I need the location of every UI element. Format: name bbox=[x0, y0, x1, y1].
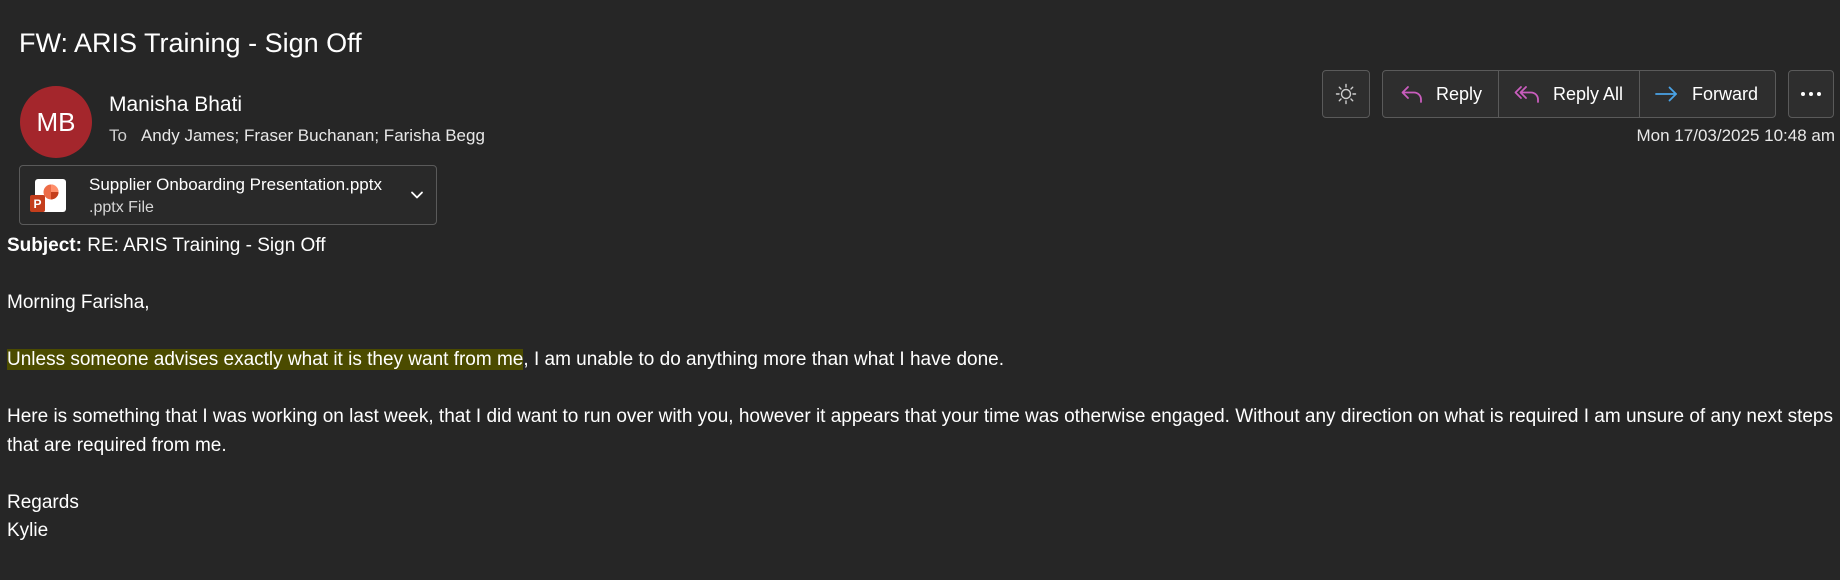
paragraph-1: Unless someone advises exactly what it i… bbox=[7, 346, 1833, 375]
forward-button[interactable]: Forward bbox=[1640, 71, 1775, 117]
sender-name[interactable]: Manisha Bhati bbox=[109, 93, 242, 117]
attachment-file-name: Supplier Onboarding Presentation.pptx bbox=[89, 175, 382, 194]
more-options-icon bbox=[1801, 92, 1821, 96]
forward-arrow-icon bbox=[1655, 86, 1677, 102]
attachment-file-type: .pptx File bbox=[89, 199, 154, 216]
attachment-card[interactable]: P Supplier Onboarding Presentation.pptx … bbox=[19, 165, 437, 225]
highlighted-text: Unless someone advises exactly what it i… bbox=[7, 349, 524, 370]
to-label: To bbox=[109, 126, 127, 145]
reply-button[interactable]: Reply bbox=[1383, 71, 1499, 117]
reply-label: Reply bbox=[1436, 83, 1483, 104]
signature: Kylie bbox=[7, 520, 49, 541]
reply-actions-group: Reply Reply All Forward bbox=[1382, 70, 1776, 118]
avatar-initials: MB bbox=[36, 106, 76, 137]
reply-all-icon bbox=[1514, 86, 1539, 103]
quoted-subject-line: Subject: RE: ARIS Training - Sign Off bbox=[7, 232, 1833, 261]
powerpoint-file-icon: P bbox=[30, 179, 66, 212]
email-body: Subject: RE: ARIS Training - Sign Off Mo… bbox=[7, 232, 1833, 546]
paragraph-2: Here is something that I was working on … bbox=[7, 406, 1833, 456]
reply-all-button[interactable]: Reply All bbox=[1499, 71, 1640, 117]
chevron-down-icon[interactable] bbox=[408, 186, 426, 204]
signoff: Regards bbox=[7, 491, 79, 513]
email-timestamp: Mon 17/03/2025 10:48 am bbox=[1636, 126, 1835, 145]
powerpoint-letter: P bbox=[33, 197, 41, 211]
subject-value: RE: ARIS Training - Sign Off bbox=[81, 235, 326, 256]
forward-label: Forward bbox=[1692, 83, 1759, 104]
email-reading-pane: FW: ARIS Training - Sign Off MB Manisha … bbox=[0, 0, 1840, 580]
reply-icon bbox=[1401, 86, 1422, 103]
email-subject-title: FW: ARIS Training - Sign Off bbox=[19, 28, 362, 58]
subject-label: Subject: bbox=[7, 235, 82, 256]
sender-avatar[interactable]: MB bbox=[20, 86, 92, 158]
reply-all-label: Reply All bbox=[1553, 83, 1624, 104]
paragraph-1-rest: , I am unable to do anything more than w… bbox=[523, 349, 1004, 370]
recipients-line: To Andy James; Fraser Buchanan; Farisha B… bbox=[109, 126, 485, 146]
greeting: Morning Farisha, bbox=[7, 292, 150, 313]
recipient-names[interactable]: Andy James; Fraser Buchanan; Farisha Beg… bbox=[141, 126, 485, 145]
more-options-button[interactable] bbox=[1788, 70, 1834, 118]
theme-toggle-button[interactable] bbox=[1322, 70, 1370, 118]
sun-icon bbox=[1335, 83, 1357, 105]
